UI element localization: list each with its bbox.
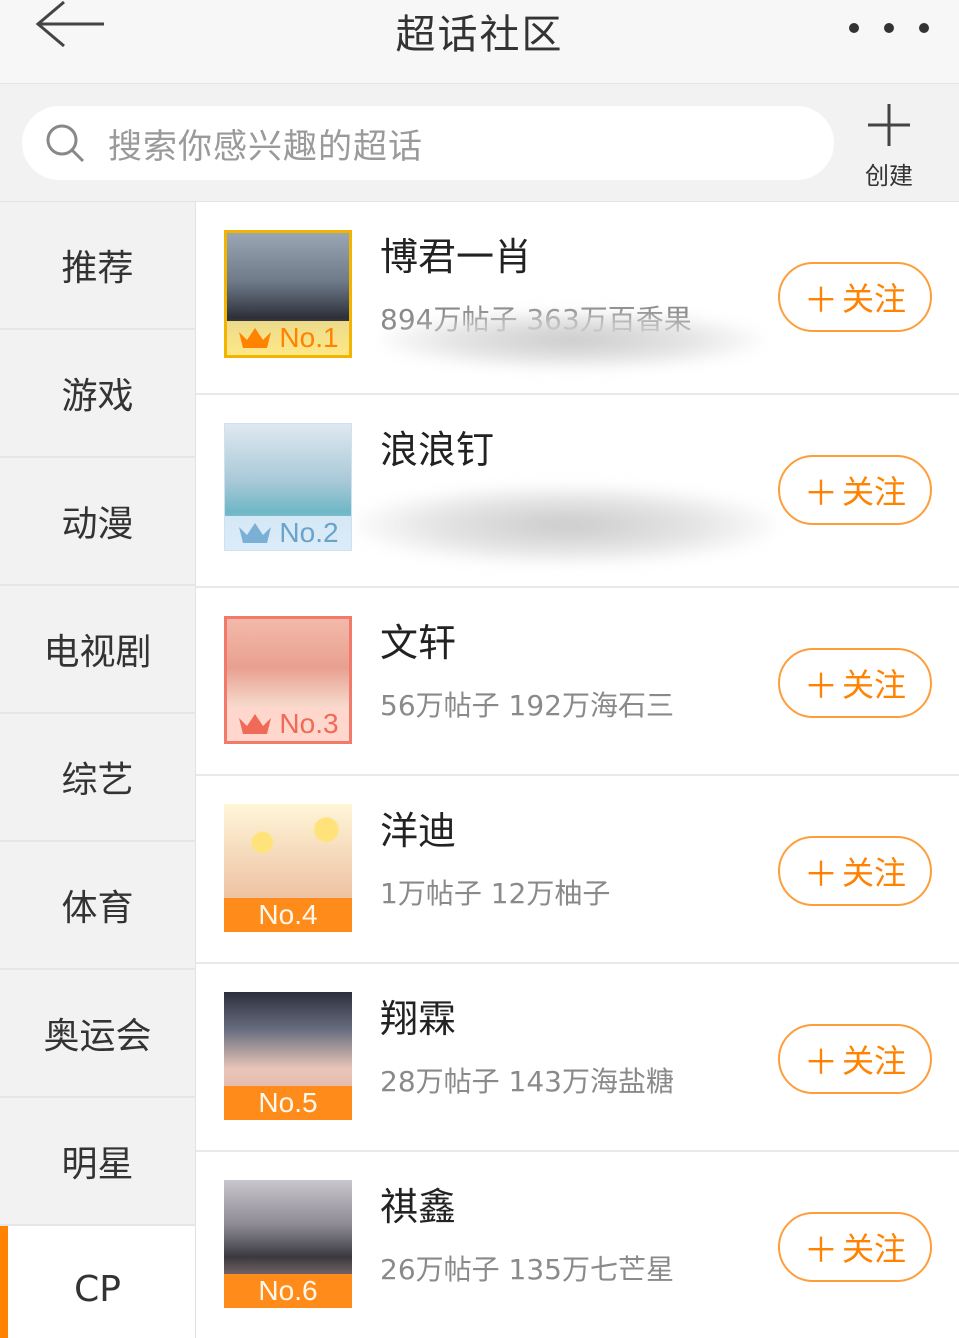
rank-label: No.2 (225, 516, 351, 550)
rank-label: No.1 (227, 321, 349, 355)
rank-text: No.2 (279, 517, 339, 548)
topic-name: 浪浪钉 (380, 428, 495, 472)
more-dots-icon (919, 23, 929, 33)
rank-text: No.3 (279, 708, 339, 739)
search-input[interactable]: 搜索你感兴趣的超话 (22, 106, 834, 180)
plus-icon: ＋ (803, 1042, 838, 1083)
plus-icon: ＋ (803, 854, 838, 895)
topic-stats: 1万帖子 12万柚子 (380, 877, 611, 910)
topic-thumbnail[interactable]: No.4 (224, 804, 352, 932)
follow-label: 关注 (841, 473, 906, 511)
search-icon (46, 124, 85, 163)
crown-icon (239, 328, 272, 348)
rank-label: No.6 (224, 1274, 352, 1308)
crown-icon (239, 714, 272, 734)
topic-row[interactable]: No.2 浪浪钉 ＋关注 (196, 395, 959, 588)
redaction-blur (382, 310, 762, 370)
topic-thumbnail[interactable]: No.6 (224, 1180, 352, 1308)
rank-label: No.4 (224, 898, 352, 932)
follow-button[interactable]: ＋关注 (778, 648, 932, 718)
plus-icon: ＋ (803, 1230, 838, 1271)
follow-button[interactable]: ＋关注 (778, 262, 932, 332)
plus-icon: ＋ (803, 280, 838, 321)
search-bar-area: 搜索你感兴趣的超话 创建 (0, 84, 959, 202)
follow-button[interactable]: ＋关注 (778, 836, 932, 906)
plus-icon: ＋ (803, 473, 838, 514)
follow-button[interactable]: ＋关注 (778, 1212, 932, 1282)
follow-button[interactable]: ＋关注 (778, 455, 932, 525)
topic-thumbnail[interactable]: No.1 (224, 230, 352, 358)
follow-button[interactable]: ＋关注 (778, 1024, 932, 1094)
page-title: 超话社区 (395, 12, 564, 58)
redaction-blur (356, 485, 776, 565)
category-item-games[interactable]: 游戏 (0, 330, 195, 458)
follow-label: 关注 (841, 854, 906, 892)
crown-icon (239, 523, 272, 543)
category-sidebar: 推荐 游戏 动漫 电视剧 综艺 体育 奥运会 明星 CP (0, 202, 196, 1338)
more-dots-icon (884, 23, 894, 33)
follow-label: 关注 (841, 280, 906, 318)
topic-row[interactable]: No.6 祺鑫 26万帖子 135万七芒星 ＋关注 (196, 1152, 959, 1338)
create-label: 创建 (865, 162, 913, 190)
topic-row[interactable]: No.4 洋迪 1万帖子 12万柚子 ＋关注 (196, 776, 959, 964)
topic-name: 祺鑫 (380, 1185, 457, 1229)
plus-icon (868, 104, 910, 146)
rank-text: No.1 (279, 322, 339, 353)
follow-label: 关注 (841, 1230, 906, 1268)
more-dots-icon (849, 23, 859, 33)
topic-row[interactable]: No.5 翔霖 28万帖子 143万海盐糖 ＋关注 (196, 964, 959, 1152)
rank-text: No.5 (258, 1087, 318, 1118)
category-item-olympics[interactable]: 奥运会 (0, 970, 195, 1098)
topic-name: 洋迪 (380, 809, 457, 853)
topic-thumbnail[interactable]: No.3 (224, 616, 352, 744)
topic-row[interactable]: No.3 文轩 56万帖子 192万海石三 ＋关注 (196, 588, 959, 776)
category-item-stars[interactable]: 明星 (0, 1098, 195, 1226)
topic-name: 翔霖 (380, 997, 457, 1041)
category-item-variety[interactable]: 综艺 (0, 714, 195, 842)
topic-stats: 26万帖子 135万七芒星 (380, 1253, 674, 1286)
topic-row[interactable]: No.1 博君一肖 894万帖子 363万百香果 ＋关注 (196, 202, 959, 395)
rank-text: No.6 (258, 1275, 318, 1306)
top-navigation-bar: 超话社区 (0, 0, 959, 84)
rank-label: No.3 (227, 707, 349, 741)
topic-thumbnail[interactable]: No.2 (224, 423, 352, 551)
topic-stats: 28万帖子 143万海盐糖 (380, 1065, 674, 1098)
plus-icon: ＋ (803, 666, 838, 707)
more-options-button[interactable] (849, 8, 929, 48)
rank-text: No.4 (258, 899, 318, 930)
topic-name: 文轩 (380, 621, 457, 665)
create-button[interactable]: 创建 (841, 100, 937, 194)
category-item-tv-series[interactable]: 电视剧 (0, 586, 195, 714)
category-item-cp[interactable]: CP (0, 1226, 195, 1338)
category-item-sports[interactable]: 体育 (0, 842, 195, 970)
topic-thumbnail[interactable]: No.5 (224, 992, 352, 1120)
topic-list: No.1 博君一肖 894万帖子 363万百香果 ＋关注 No.2 浪浪钉 ＋关… (196, 202, 959, 1338)
rank-label: No.5 (224, 1086, 352, 1120)
category-item-anime[interactable]: 动漫 (0, 458, 195, 586)
follow-label: 关注 (841, 1042, 906, 1080)
topic-name: 博君一肖 (380, 235, 533, 279)
search-placeholder: 搜索你感兴趣的超话 (108, 126, 423, 167)
follow-label: 关注 (841, 666, 906, 704)
topic-stats: 56万帖子 192万海石三 (380, 689, 674, 722)
category-item-recommend[interactable]: 推荐 (0, 202, 195, 330)
